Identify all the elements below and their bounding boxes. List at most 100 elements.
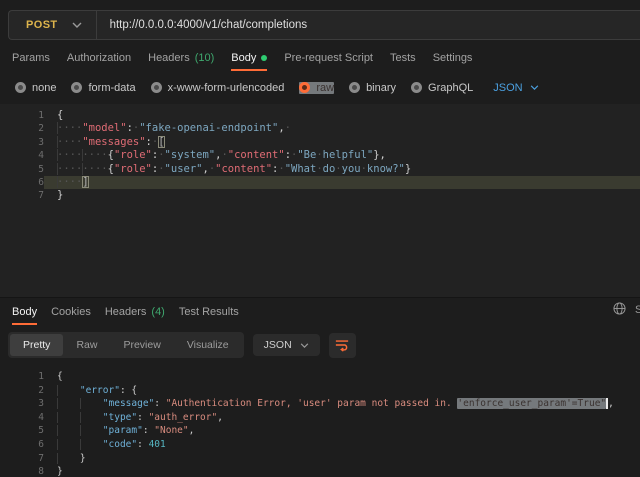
code-line[interactable]: 1{ bbox=[0, 370, 640, 384]
token: ] bbox=[82, 176, 88, 188]
tab-headers[interactable]: Headers(10) bbox=[148, 52, 214, 71]
body-type-form-data[interactable]: form-data bbox=[71, 82, 135, 94]
line-number: 1 bbox=[0, 370, 44, 384]
body-type-graphql[interactable]: GraphQL bbox=[411, 82, 473, 94]
request-url-row: POST http://0.0.0.0:4000/v1/chat/complet… bbox=[0, 0, 640, 45]
tab-params[interactable]: Params bbox=[12, 52, 50, 71]
radio-label: raw bbox=[316, 82, 334, 94]
token: "Authentication Error, 'user' param not … bbox=[166, 398, 458, 409]
request-tabs: Params Authorization Headers(10) Body Pre-re… bbox=[0, 45, 640, 71]
token: "model" bbox=[82, 122, 126, 134]
token: { bbox=[57, 109, 63, 121]
code-line[interactable]: 2····"model":·"fake-openai-endpoint",· bbox=[0, 122, 640, 135]
token: [ bbox=[158, 136, 164, 148]
token: "system" bbox=[165, 149, 216, 161]
tab-body[interactable]: Body bbox=[231, 52, 267, 71]
code-line[interactable]: 4········{"role":·"system",·"content":·"… bbox=[0, 149, 640, 162]
code-text: ········{"role":·"user",·"content":·"Wha… bbox=[44, 163, 640, 176]
tab-pre-request-script[interactable]: Pre-request Script bbox=[284, 52, 373, 71]
response-header: BodyCookiesHeaders(4)Test Results S bbox=[0, 297, 640, 325]
divider bbox=[96, 11, 97, 39]
response-body-viewer[interactable]: 1{2 "error": {3 "message": "Authenticati… bbox=[0, 364, 640, 477]
code-line[interactable]: 8} bbox=[0, 465, 640, 477]
token: ,· bbox=[215, 149, 228, 161]
code-line[interactable]: 6····] bbox=[0, 176, 640, 189]
token: "user" bbox=[165, 163, 203, 175]
view-pretty[interactable]: Pretty bbox=[10, 334, 63, 356]
response-language-label: JSON bbox=[264, 339, 292, 351]
token: :· bbox=[152, 149, 165, 161]
response-language-dropdown[interactable]: JSON bbox=[253, 334, 320, 356]
code-text: } bbox=[44, 465, 640, 477]
token: "type" bbox=[103, 412, 137, 423]
body-type-none[interactable]: none bbox=[15, 82, 56, 94]
token bbox=[57, 385, 80, 396]
radio-label: form-data bbox=[88, 82, 135, 94]
wrap-text-button[interactable] bbox=[329, 333, 356, 358]
code-line[interactable]: 7 } bbox=[0, 452, 640, 466]
view-raw[interactable]: Raw bbox=[63, 334, 110, 356]
token: ···· bbox=[57, 176, 82, 188]
response-view-switcher: PrettyRawPreviewVisualize bbox=[8, 332, 244, 358]
response-tab-body[interactable]: Body bbox=[12, 306, 37, 325]
token: } bbox=[405, 163, 411, 175]
token: ···· bbox=[57, 163, 82, 175]
code-text: "param": "None", bbox=[44, 424, 640, 438]
body-type-raw[interactable]: raw bbox=[299, 82, 334, 94]
line-number: 3 bbox=[0, 136, 44, 149]
line-number: 5 bbox=[0, 424, 44, 438]
tab-authorization[interactable]: Authorization bbox=[67, 52, 131, 71]
token: , bbox=[608, 398, 614, 409]
line-number: 7 bbox=[0, 452, 44, 466]
response-tab-test-results[interactable]: Test Results bbox=[179, 306, 239, 325]
code-line[interactable]: 2 "error": { bbox=[0, 384, 640, 398]
token: "auth_error" bbox=[149, 412, 218, 423]
radio-label: none bbox=[32, 82, 56, 94]
token: :· bbox=[272, 163, 285, 175]
line-number: 3 bbox=[0, 397, 44, 411]
request-body-editor[interactable]: 1{2····"model":·"fake-openai-endpoint",·… bbox=[0, 104, 640, 297]
token: "param" bbox=[103, 425, 143, 436]
code-line[interactable]: 5 "param": "None", bbox=[0, 424, 640, 438]
method-selector[interactable]: POST bbox=[9, 19, 72, 31]
tab-label: Params bbox=[12, 52, 50, 64]
code-line[interactable]: 5········{"role":·"user",·"content":·"Wh… bbox=[0, 163, 640, 176]
token: : { bbox=[120, 385, 137, 396]
tab-tests[interactable]: Tests bbox=[390, 52, 416, 71]
request-url-bar: POST http://0.0.0.0:4000/v1/chat/complet… bbox=[8, 10, 640, 40]
chevron-down-icon[interactable] bbox=[72, 22, 82, 28]
line-number: 5 bbox=[0, 163, 44, 176]
line-number: 2 bbox=[0, 384, 44, 398]
chevron-down-icon bbox=[530, 85, 539, 90]
wrap-text-icon bbox=[334, 338, 350, 352]
code-line[interactable]: 7} bbox=[0, 189, 640, 202]
token: "messages" bbox=[82, 136, 145, 148]
token: : bbox=[143, 425, 154, 436]
token: "What·do·you·know?" bbox=[285, 163, 405, 175]
line-number: 2 bbox=[0, 122, 44, 135]
response-tab-headers[interactable]: Headers(4) bbox=[105, 306, 165, 325]
code-line[interactable]: 3 "message": "Authentication Error, 'use… bbox=[0, 397, 640, 411]
code-line[interactable]: 1{ bbox=[0, 109, 640, 122]
code-text: } bbox=[44, 452, 640, 466]
token: "role" bbox=[114, 149, 152, 161]
token: ,· bbox=[278, 122, 291, 134]
token bbox=[80, 425, 103, 436]
radio-icon bbox=[71, 82, 82, 93]
request-language-dropdown[interactable]: JSON bbox=[493, 82, 538, 94]
body-type-binary[interactable]: binary bbox=[349, 82, 396, 94]
response-tab-cookies[interactable]: Cookies bbox=[51, 306, 91, 325]
radio-label: binary bbox=[366, 82, 396, 94]
view-visualize[interactable]: Visualize bbox=[174, 334, 242, 356]
code-line[interactable]: 3····"messages":·[ bbox=[0, 136, 640, 149]
tab-settings[interactable]: Settings bbox=[433, 52, 473, 71]
token: { bbox=[57, 371, 63, 382]
view-preview[interactable]: Preview bbox=[110, 334, 173, 356]
token: "None" bbox=[154, 425, 188, 436]
code-line[interactable]: 4 "type": "auth_error", bbox=[0, 411, 640, 425]
body-type-x-www-form-urlencoded[interactable]: x-www-form-urlencoded bbox=[151, 82, 285, 94]
token: ···· bbox=[82, 163, 107, 175]
code-line[interactable]: 6 "code": 401 bbox=[0, 438, 640, 452]
line-number: 4 bbox=[0, 149, 44, 162]
url-input[interactable]: http://0.0.0.0:4000/v1/chat/completions bbox=[110, 19, 308, 31]
